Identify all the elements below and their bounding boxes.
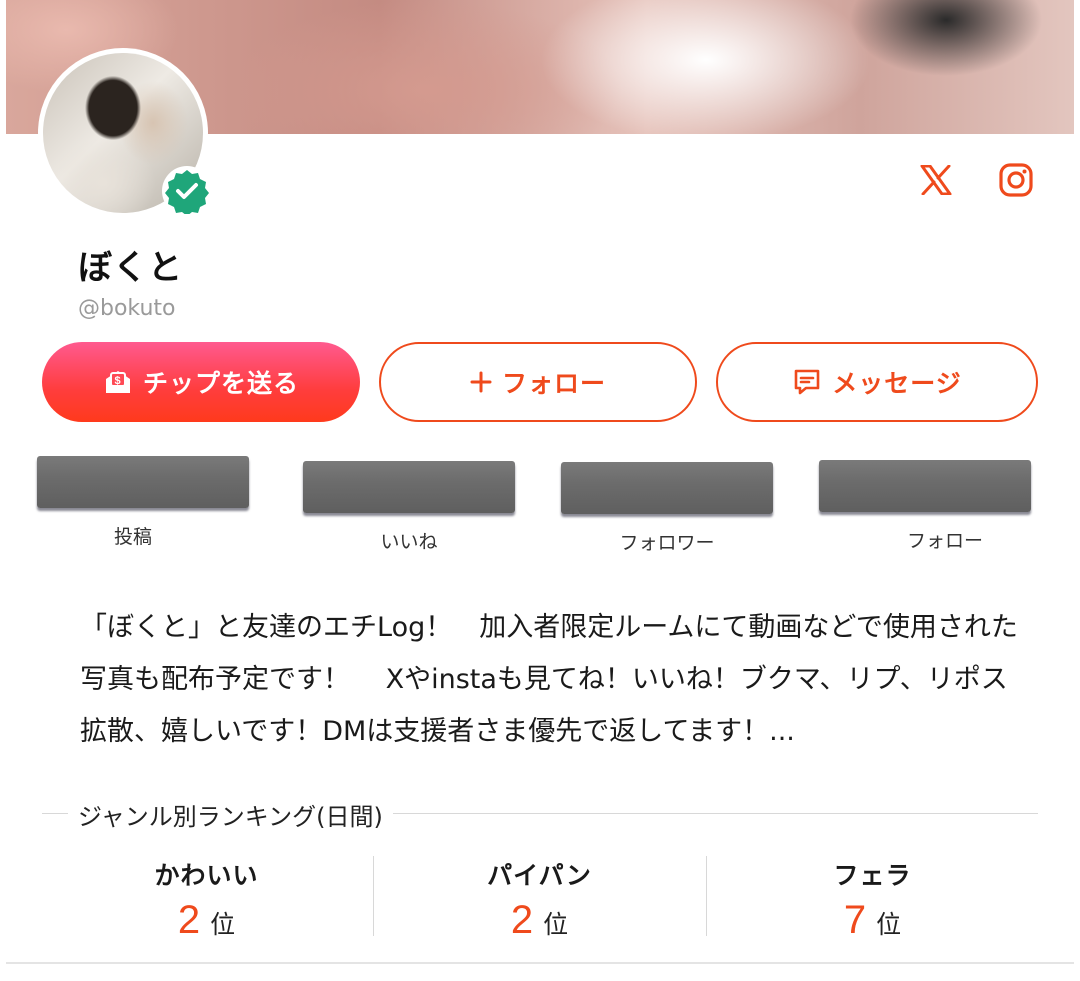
follow-button[interactable]: フォロー [379,342,697,422]
stat-label: フォロー [906,530,983,552]
stat-followers[interactable]: フォロワー [560,462,774,555]
plus-icon [470,371,492,393]
message-button[interactable]: メッセージ [716,342,1038,422]
message-label: メッセージ [832,369,962,398]
profile-name: ぼくと [78,248,183,288]
stat-posts[interactable]: 投稿 [36,456,250,549]
instagram-icon[interactable] [996,160,1036,200]
stat-label: いいね [380,531,438,553]
ranking-item-paipan[interactable]: パイパン 2 位 [373,856,706,943]
tip-envelope-icon: $ [105,371,130,393]
chat-bubble-icon [794,369,820,395]
ranking-unit: 位 [876,910,902,939]
profile-bio[interactable]: 「ぼくと」と友達のエチLog！ 加入者限定ルームにて動画などで使用された写真も配… [80,602,1020,758]
verified-badge-icon [162,166,212,216]
ranking-unit: 位 [543,910,569,939]
divider [6,962,1074,964]
ranking-number: 2 [510,898,534,942]
x-icon[interactable] [916,160,956,200]
send-tip-label: チップを送る [142,369,299,398]
ranking-item-kawaii[interactable]: かわいい 2 位 [40,856,373,943]
ranking-item-fera[interactable]: フェラ 7 位 [706,856,1039,943]
stat-value-redacted [303,461,515,513]
stat-value-redacted [819,460,1031,512]
stat-label: 投稿 [113,526,152,548]
stat-likes[interactable]: いいね [302,461,516,554]
stat-value-redacted [561,462,773,514]
ranking-number: 2 [177,898,201,942]
ranking-genre: かわいい [154,861,259,890]
ranking-unit: 位 [210,910,236,939]
svg-text:$: $ [114,375,121,387]
ranking-title: ジャンル別ランキング(日間) [68,797,393,832]
profile-handle: @bokuto [78,296,176,321]
send-tip-button[interactable]: $ チップを送る [42,342,360,422]
stat-following[interactable]: フォロー [818,460,1032,553]
ranking-genre: フェラ [833,861,912,890]
stat-value-redacted [37,456,249,508]
ranking-genre: パイパン [487,861,592,890]
ranking-number: 7 [843,898,867,942]
stat-label: フォロワー [619,532,715,554]
follow-label: フォロー [501,369,606,398]
